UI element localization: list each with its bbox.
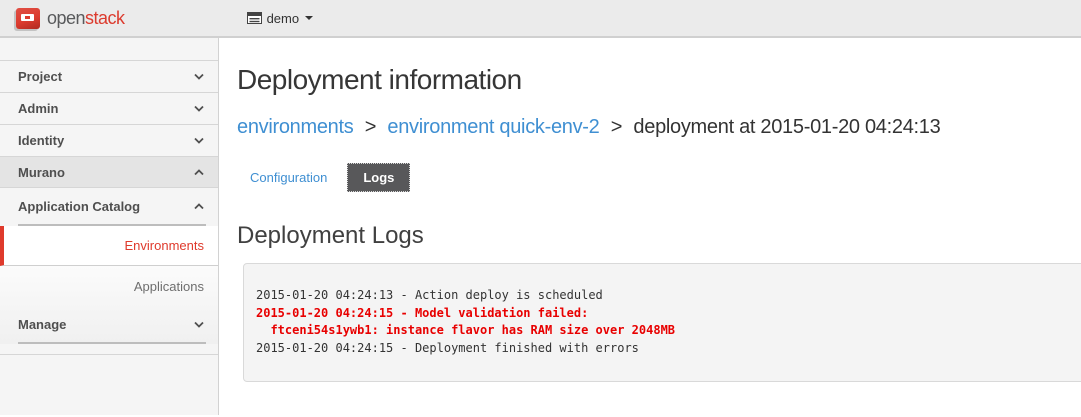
sidebar-item-label: Identity — [18, 133, 64, 148]
brand-wordmark-open: open — [47, 8, 85, 28]
sidebar-subgroup: Applications Manage — [0, 266, 218, 344]
sidebar-item-project[interactable]: Project — [0, 60, 218, 92]
chevron-up-icon — [194, 203, 204, 210]
screen: openstack demo Project Admin — [0, 0, 1081, 417]
tabs: Configuration Logs — [237, 163, 1081, 192]
topbar: openstack demo — [0, 0, 1081, 38]
chevron-down-icon — [194, 73, 204, 80]
chevron-up-icon — [194, 169, 204, 176]
logs-heading: Deployment Logs — [237, 222, 1081, 250]
sidebar-item-label: Applications — [134, 279, 204, 294]
project-dropdown[interactable]: demo — [247, 11, 314, 26]
sidebar-item-label: Project — [18, 69, 62, 84]
breadcrumb-link-environment-quick-env-2[interactable]: environment quick-env-2 — [387, 116, 599, 138]
sidebar-item-label: Murano — [18, 165, 65, 180]
breadcrumb-current: deployment at 2015-01-20 04:24:13 — [633, 116, 940, 138]
openstack-logo[interactable]: openstack — [16, 8, 125, 29]
sidebar-item-label: Environments — [125, 238, 204, 253]
sidebar-item-application-catalog[interactable]: Application Catalog — [0, 188, 218, 224]
page-title: Deployment information — [237, 64, 1081, 96]
chevron-down-icon — [194, 137, 204, 144]
chevron-down-icon — [194, 321, 204, 328]
sidebar-item-label: Application Catalog — [18, 199, 140, 214]
main-content: Deployment information environments > en… — [219, 38, 1081, 415]
sidebar-divider — [0, 354, 218, 355]
user-menu-label: demo — [267, 11, 300, 26]
sidebar-spacer — [0, 38, 218, 60]
chevron-down-icon — [194, 105, 204, 112]
sidebar-divider — [18, 342, 206, 344]
content-row: Project Admin Identity Murano — [0, 38, 1081, 415]
sidebar: Project Admin Identity Murano — [0, 38, 219, 415]
tab-logs[interactable]: Logs — [347, 163, 410, 192]
tab-configuration[interactable]: Configuration — [237, 163, 340, 192]
breadcrumb-separator: > — [365, 116, 376, 138]
openstack-cube-icon — [16, 8, 40, 29]
sidebar-item-murano[interactable]: Murano — [0, 156, 218, 188]
sidebar-item-environments[interactable]: Environments — [0, 226, 218, 266]
breadcrumb-link-environments[interactable]: environments — [237, 116, 353, 138]
sidebar-item-label: Manage — [18, 317, 66, 332]
caret-down-icon — [305, 16, 313, 20]
sidebar-item-label: Admin — [18, 101, 58, 116]
brand-wordmark-stack: stack — [85, 8, 125, 28]
log-line: 2015-01-20 04:24:15 - Deployment finishe… — [256, 340, 1076, 358]
deployment-log-output: 2015-01-20 04:24:13 - Action deploy is s… — [243, 263, 1081, 382]
log-line-error: ftceni54s1ywb1: instance flavor has RAM … — [256, 322, 1076, 340]
sidebar-item-manage[interactable]: Manage — [0, 306, 218, 342]
sidebar-item-admin[interactable]: Admin — [0, 92, 218, 124]
sidebar-item-identity[interactable]: Identity — [0, 124, 218, 156]
project-list-icon — [247, 12, 262, 24]
breadcrumb-separator: > — [611, 116, 622, 138]
brand-wordmark: openstack — [47, 8, 125, 29]
breadcrumb: environments > environment quick-env-2 >… — [237, 116, 1081, 139]
sidebar-item-applications[interactable]: Applications — [0, 266, 218, 306]
log-line-error: 2015-01-20 04:24:15 - Model validation f… — [256, 305, 1076, 323]
log-line: 2015-01-20 04:24:13 - Action deploy is s… — [256, 287, 1076, 305]
